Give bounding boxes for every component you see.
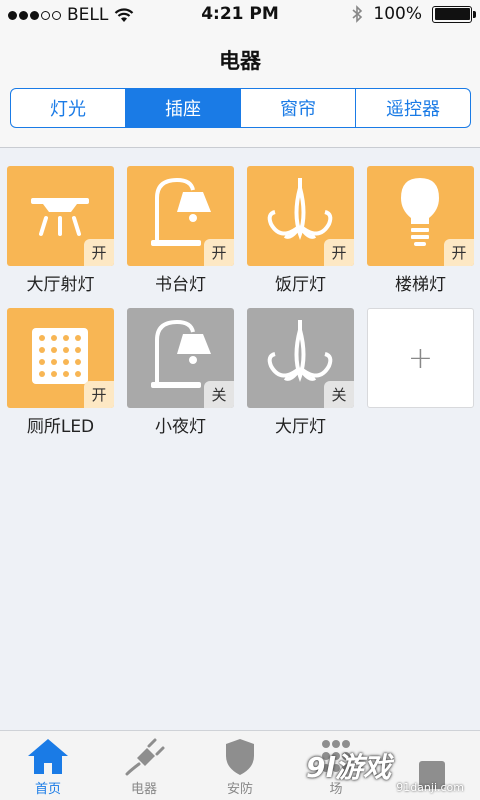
tab-label: 电器	[130, 782, 157, 797]
status-bar: BELL 4:21 PM 100%	[0, 0, 480, 30]
device-tile-hall-spotlight[interactable]: 开	[7, 166, 114, 266]
battery-percent: 100%	[373, 4, 422, 24]
device-state-badge: 开	[324, 239, 354, 266]
header: 电器 灯光 插座 窗帘 遥控器	[0, 30, 480, 148]
plug-icon	[125, 738, 165, 776]
device-tile-hall-light[interactable]: 关	[247, 308, 354, 408]
watermark-logo: 9l游戏	[306, 751, 392, 784]
tab-security[interactable]: 安防	[192, 731, 288, 800]
home-icon	[28, 739, 68, 774]
tab-label: 安防	[226, 782, 253, 797]
watermark-url: 91danji.com	[396, 781, 464, 794]
device-state-badge: 开	[444, 239, 474, 266]
device-tile-stair-light[interactable]: 开	[367, 166, 474, 266]
status-right: 100%	[351, 4, 476, 24]
segment-remote[interactable]: 遥控器	[356, 89, 470, 127]
device-tile-desk-lamp[interactable]: 开	[127, 166, 234, 266]
device-state-badge: 开	[84, 381, 114, 408]
plus-icon: +	[407, 340, 434, 376]
device-tile-dining-light[interactable]: 开	[247, 166, 354, 266]
tab-label: 首页	[34, 782, 61, 797]
category-segmented-control: 灯光 插座 窗帘 遥控器	[10, 88, 471, 128]
battery-icon	[432, 5, 476, 23]
shield-icon	[226, 739, 254, 775]
device-state-badge: 开	[84, 239, 114, 266]
device-label: 楼梯灯	[395, 275, 446, 295]
device-label: 大厅灯	[275, 417, 326, 437]
page-title: 电器	[219, 49, 261, 73]
device-state-badge: 关	[324, 381, 354, 408]
segment-curtains[interactable]: 窗帘	[241, 89, 356, 127]
device-tile-night-light[interactable]: 关	[127, 308, 234, 408]
tab-home[interactable]: 首页	[0, 731, 96, 800]
watermark: 9l游戏 91danji.com	[306, 740, 474, 794]
device-label: 大厅射灯	[26, 275, 95, 295]
device-label: 小夜灯	[155, 417, 206, 437]
device-label: 厕所LED	[26, 417, 95, 437]
tab-appliances[interactable]: 电器	[96, 731, 192, 800]
device-label: 饭厅灯	[275, 275, 326, 295]
segment-lights[interactable]: 灯光	[11, 89, 126, 127]
device-label: 书台灯	[155, 275, 206, 295]
device-state-badge: 关	[204, 381, 234, 408]
segment-sockets[interactable]: 插座	[126, 89, 241, 127]
device-state-badge: 开	[204, 239, 234, 266]
device-tile-toilet-led[interactable]: 开	[7, 308, 114, 408]
bluetooth-icon	[352, 5, 363, 23]
add-device-button[interactable]: +	[367, 308, 474, 408]
